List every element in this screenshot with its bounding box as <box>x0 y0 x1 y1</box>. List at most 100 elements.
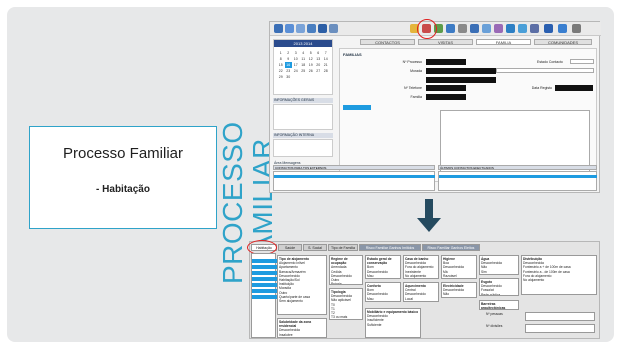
slide-title: Processo Familiar <box>62 145 184 162</box>
obs-label-divisoes: Nº divisões <box>486 324 503 328</box>
calendar-header: 2013 2014 <box>274 40 332 47</box>
housing-option[interactable]: Razoável <box>367 301 399 302</box>
housing-option[interactable]: Razoável <box>367 278 399 279</box>
tab-comunidades[interactable]: COMUNIDADES <box>534 39 592 45</box>
calendar-days[interactable]: 1 2 3 4 5 6 78 9 10 11 12 13 1415 16 17 18 19 20 2122 23 24 2… <box>277 50 331 80</box>
info-internal-header: INFORMAÇÃO INTERNA <box>273 133 333 138</box>
calendar-widget[interactable]: 2013 2014 1 2 3 4 5 6 78 9 10 11 12 13 1415 16 17 18 19 2… <box>273 39 333 95</box>
obs-field-pessoas[interactable] <box>525 312 595 321</box>
housing-group[interactable]: Água Desconhecida Não Sim <box>479 255 519 275</box>
field-telefone[interactable] <box>426 85 466 91</box>
exit-icon[interactable] <box>572 24 581 33</box>
housing-group[interactable]: Tipo de alojamento Alojamento Inlivel Apar… <box>277 255 327 315</box>
settings-icon[interactable] <box>494 24 503 33</box>
field-morada-2[interactable] <box>426 77 496 83</box>
housing-group[interactable]: Tipologia Desconhecida Não aplicável T0 T1 T2… <box>329 288 363 320</box>
field-morada-ext[interactable] <box>496 68 594 73</box>
housing-option[interactable]: T3 ou mais <box>331 315 361 319</box>
housing-group[interactable]: ElectricidadeDesconhecidaNãoSim <box>441 282 477 298</box>
info-general-panel <box>273 104 333 130</box>
calendar-day[interactable]: 29 <box>277 74 285 80</box>
housing-tabs: Habitação Saúde S. Social Tipo de Famíli… <box>250 244 601 251</box>
housing-option[interactable]: Salubre <box>279 337 325 338</box>
field-data[interactable] <box>555 85 593 91</box>
help-icon[interactable] <box>506 24 515 33</box>
tab-risco-eleitos[interactable]: Risco Familiar Ganhos Eleitos <box>422 244 480 251</box>
app-tabs: CONTACTOS VISITAS FAMILIA COMUNIDADES <box>360 39 596 45</box>
housing-option[interactable]: Própria <box>331 282 361 284</box>
last-contacts-table[interactable] <box>438 171 597 191</box>
chart-icon[interactable] <box>470 24 479 33</box>
housing-group[interactable]: Higiene Boa Desconhecida Má Razoável <box>441 255 477 279</box>
housing-group[interactable]: Regime de ocupação Arrendada Cedida Desconh… <box>329 255 363 285</box>
user-icon[interactable] <box>285 24 294 33</box>
housing-option[interactable]: Sim <box>443 297 475 298</box>
tab-contactos[interactable]: CONTACTOS <box>360 39 415 45</box>
housing-option[interactable]: Sem alojamento <box>279 299 325 303</box>
tab-visitas[interactable]: VISITAS <box>418 39 473 45</box>
field-familia[interactable] <box>426 94 466 100</box>
calendar-day[interactable]: 28 <box>322 68 330 74</box>
info-internal-panel <box>273 139 333 157</box>
refresh-icon[interactable] <box>558 24 567 33</box>
obs-field-divisoes[interactable] <box>525 324 595 333</box>
calendar-day[interactable]: 24 <box>292 68 300 74</box>
calendar-day[interactable]: 26 <box>307 68 315 74</box>
housing-group-title: Regime de ocupação <box>331 257 348 266</box>
calendar-icon[interactable] <box>296 24 305 33</box>
link-icon[interactable] <box>544 24 553 33</box>
field-estado[interactable] <box>570 59 594 64</box>
field-processo[interactable] <box>426 59 466 65</box>
housing-group-title: Salubridade da zona residencial <box>279 320 312 329</box>
calendar-day[interactable]: 30 <box>285 74 293 80</box>
housing-option[interactable]: Rede pública <box>481 293 517 295</box>
document-icon[interactable] <box>307 24 316 33</box>
mail-icon[interactable] <box>482 24 491 33</box>
external-contacts-header: CONTACTOS PARA TOS EXTERNOS <box>273 165 435 170</box>
housing-option[interactable]: No alojamento <box>523 278 595 282</box>
down-arrow-icon <box>417 218 441 232</box>
tab-s-social[interactable]: S. Social <box>303 244 327 251</box>
title-card: Processo Familiar - Habitação <box>29 126 217 229</box>
home-icon[interactable] <box>274 24 283 33</box>
highlight-circle-family-icon <box>417 19 437 39</box>
housing-option[interactable]: No alojamento <box>405 274 437 278</box>
housing-group[interactable]: Esgoto Desconhecido Fossa/at Rede pública <box>479 278 519 296</box>
calendar-day[interactable]: 27 <box>315 68 323 74</box>
folder-icon[interactable] <box>318 24 327 33</box>
tab-saude[interactable]: Saúde <box>278 244 302 251</box>
housing-group[interactable]: AquecimentoCentralDesconhecidoLocalNenhu… <box>403 282 439 302</box>
down-arrow-stem <box>425 199 433 219</box>
calendar-day[interactable]: 25 <box>300 68 308 74</box>
housing-sidebar[interactable] <box>251 253 277 338</box>
external-contacts-table[interactable] <box>273 171 435 191</box>
housing-group[interactable]: Casa de banho Desconhecida Fora do alojame… <box>403 255 439 279</box>
housing-group[interactable]: Estado geral de conservação Bom Desconheci… <box>365 255 401 279</box>
housing-group[interactable]: Salubridade da zona residencial Desconhec… <box>277 318 327 338</box>
housing-option[interactable]: Sim <box>481 270 517 274</box>
housing-group[interactable]: Mobiliário e equipamento básico Desconhec… <box>365 308 421 338</box>
report-icon[interactable] <box>329 24 338 33</box>
label-telefone: Nº Telefone <box>404 86 422 90</box>
housing-group[interactable]: Distribuição Desconhecida Fontenário a + d… <box>521 255 597 295</box>
list-icon[interactable] <box>446 24 455 33</box>
app-screenshot-family: CONTACTOS VISITAS FAMILIA COMUNIDADES 20… <box>269 19 601 193</box>
housing-option[interactable]: Razoável <box>443 274 475 278</box>
tab-familia[interactable]: FAMILIA <box>476 39 531 45</box>
obs-label-pessoas: Nº pessoas <box>486 312 503 316</box>
family-form: FAMILIAS Nº Processo Estado Contacto Mor… <box>339 48 597 182</box>
housing-option[interactable]: Fora do alojamento <box>405 265 437 269</box>
info-icon[interactable] <box>518 24 527 33</box>
print-icon[interactable] <box>458 24 467 33</box>
member-selected-row[interactable] <box>343 105 371 110</box>
field-morada[interactable] <box>426 68 496 74</box>
housing-option[interactable]: Nenhum <box>405 301 437 302</box>
vertical-heading-line-1: PROCESSO <box>217 121 248 284</box>
tab-tipo-familia[interactable]: Tipo de Família <box>328 244 358 251</box>
housing-option[interactable]: Suficiente <box>367 323 419 327</box>
section-title: FAMILIAS <box>343 52 362 57</box>
tab-risco-imitidos[interactable]: Risco Familiar Ganhos Imitidos <box>359 244 421 251</box>
housing-group[interactable]: ConfortoBomDesconhecidoMauRazoável <box>365 282 401 302</box>
housing-group[interactable]: Barreiras arquitectónicasDesconhecidasNã… <box>479 300 519 310</box>
notes-icon[interactable] <box>530 24 539 33</box>
